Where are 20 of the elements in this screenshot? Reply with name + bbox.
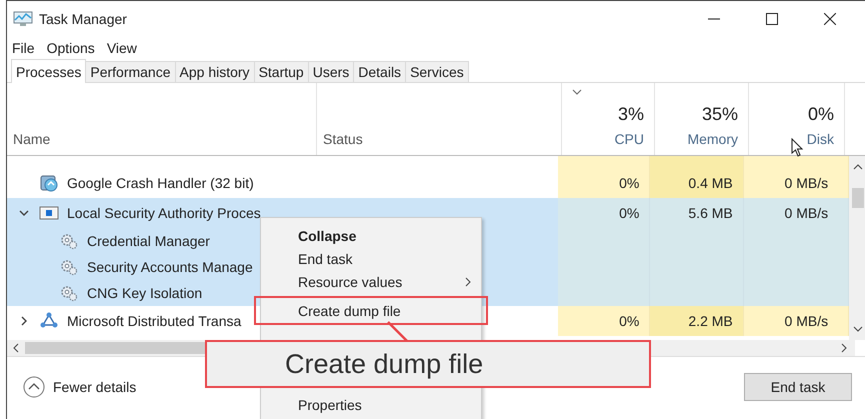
table-cell: 0 MB/s [744, 168, 850, 198]
service-name: Credential Manager [87, 233, 210, 249]
table-cell: 0% [558, 306, 650, 336]
service-name: Security Accounts Manage [87, 259, 253, 275]
usage-percent: 3% [618, 104, 644, 125]
window-title: Task Manager [39, 10, 127, 26]
table-cell: 0 MB/s [744, 198, 850, 228]
table-cell: 0.4 MB [650, 168, 744, 198]
process-name: Microsoft Distributed Transa [67, 313, 242, 329]
process-name: Google Crash Handler (32 bit) [67, 175, 254, 191]
table-cell: 2.2 MB [650, 306, 744, 336]
table-cell: 5.6 MB [650, 198, 744, 228]
callout-text: Create dump file [285, 348, 484, 380]
table-cell: 0% [558, 168, 650, 198]
usage-percent: 0% [808, 104, 834, 125]
table-cell: 0% [558, 198, 650, 228]
usage-percent: 35% [702, 104, 738, 125]
table-cell: 0 MB/s [744, 306, 850, 336]
service-name: CNG Key Isolation [87, 285, 202, 301]
process-name: Local Security Authority Proces [67, 205, 261, 221]
